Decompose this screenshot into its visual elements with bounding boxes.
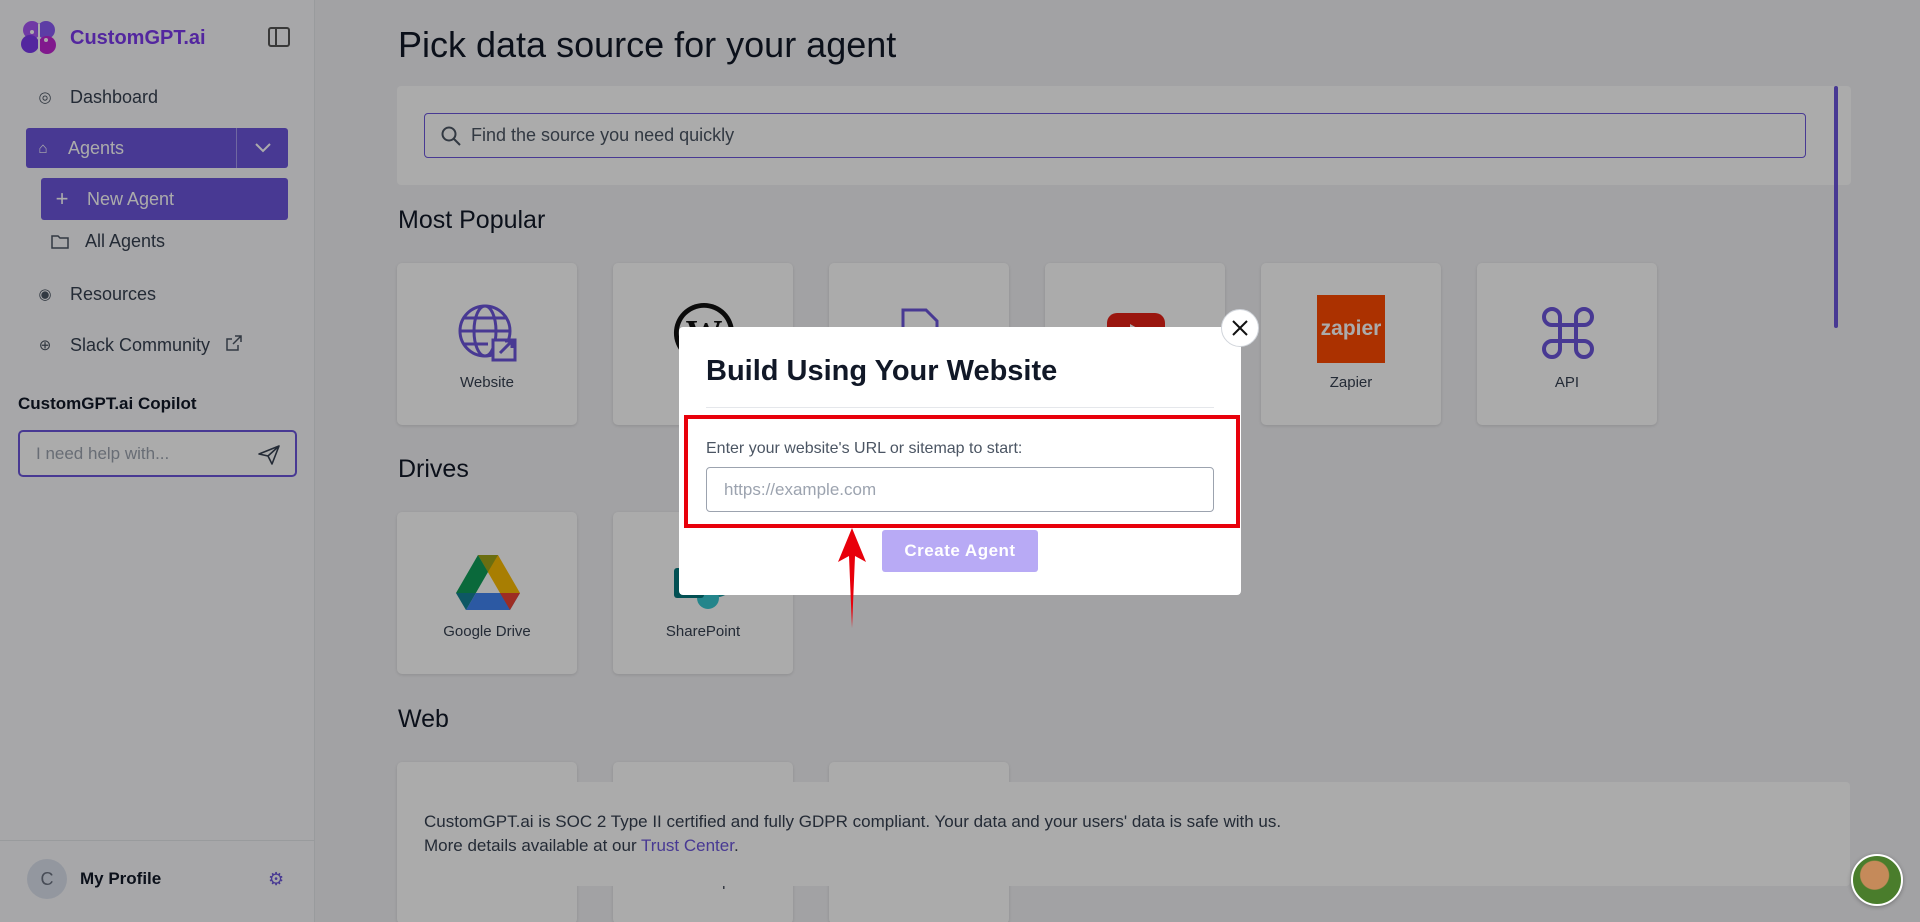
create-agent-button[interactable]: Create Agent <box>882 530 1038 572</box>
close-icon[interactable] <box>1221 309 1259 347</box>
support-chat-avatar[interactable] <box>1851 854 1903 906</box>
annotation-arrow-icon <box>838 528 866 628</box>
annotation-highlight-box <box>684 415 1240 528</box>
modal-divider <box>706 407 1214 408</box>
modal-title: Build Using Your Website <box>706 355 1058 387</box>
